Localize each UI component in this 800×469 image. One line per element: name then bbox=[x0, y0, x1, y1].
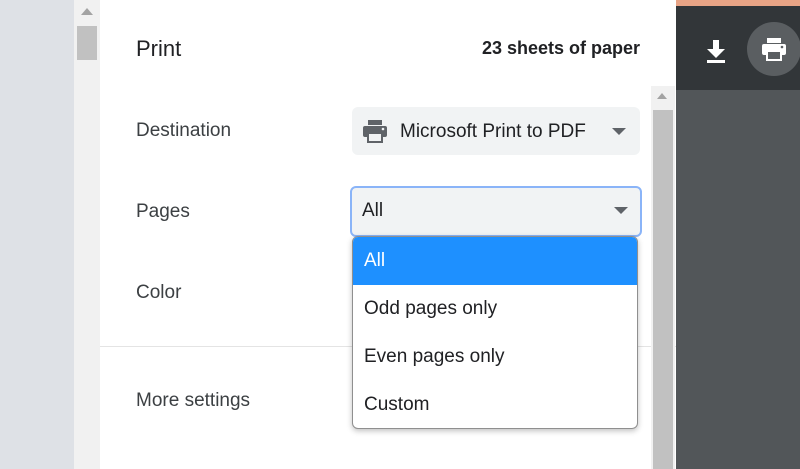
scrollbar-thumb[interactable] bbox=[653, 110, 673, 469]
destination-select[interactable]: Microsoft Print to PDF bbox=[352, 107, 640, 155]
preview-area bbox=[676, 0, 800, 469]
pages-option-custom[interactable]: Custom bbox=[353, 381, 637, 428]
destination-value: Microsoft Print to PDF bbox=[400, 121, 586, 142]
pages-option-even[interactable]: Even pages only bbox=[353, 333, 637, 381]
destination-label: Destination bbox=[136, 120, 232, 141]
more-settings-toggle[interactable]: More settings bbox=[136, 390, 250, 412]
dialog-title: Print bbox=[136, 36, 182, 61]
scroll-up-arrow-icon[interactable] bbox=[657, 93, 667, 99]
pages-dropdown-list: All Odd pages only Even pages only Custo… bbox=[352, 236, 638, 429]
page-background bbox=[0, 0, 74, 469]
pages-select[interactable]: All bbox=[350, 186, 642, 237]
download-icon[interactable] bbox=[704, 38, 728, 64]
pages-value: All bbox=[362, 200, 384, 221]
scrollbar-thumb[interactable] bbox=[77, 26, 97, 60]
preview-toolbar bbox=[676, 6, 800, 90]
sheet-count: 23 sheets of paper bbox=[481, 38, 640, 58]
pages-label: Pages bbox=[136, 201, 190, 222]
printer-icon bbox=[363, 120, 387, 143]
printer-icon bbox=[762, 38, 786, 61]
settings-scrollbar[interactable] bbox=[651, 86, 675, 469]
chevron-down-icon bbox=[612, 128, 626, 135]
pages-option-all[interactable]: All bbox=[353, 237, 637, 285]
pages-option-odd[interactable]: Odd pages only bbox=[353, 285, 637, 333]
left-scrollbar[interactable] bbox=[74, 0, 100, 469]
print-button[interactable] bbox=[747, 22, 800, 76]
color-label: Color bbox=[136, 282, 182, 303]
chevron-down-icon bbox=[614, 207, 628, 214]
scroll-up-arrow-icon[interactable] bbox=[81, 8, 93, 15]
